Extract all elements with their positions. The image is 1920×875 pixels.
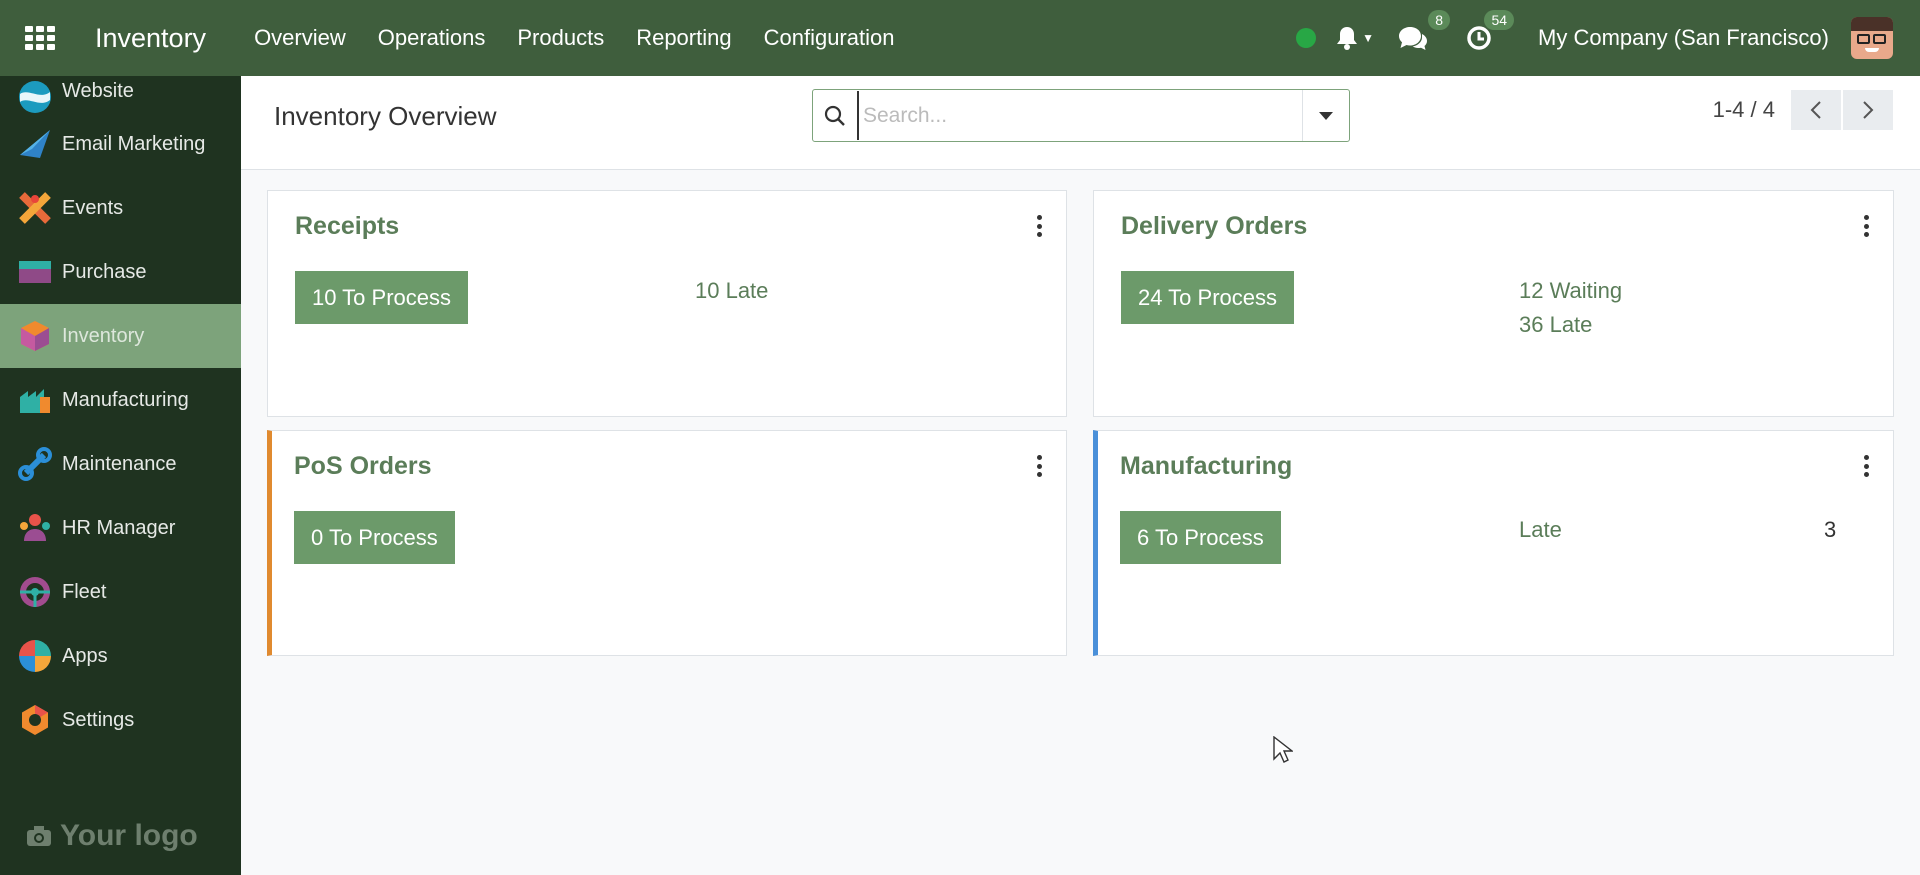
card-title[interactable]: Delivery Orders <box>1121 212 1307 241</box>
pager: 1-4 / 4 <box>1713 90 1893 130</box>
sidebar-item-label: Website <box>62 80 134 102</box>
sidebar-item-label: Settings <box>62 708 135 731</box>
maintenance-icon <box>18 447 52 481</box>
app-menu-grid-icon[interactable] <box>25 26 57 50</box>
events-icon <box>19 192 51 224</box>
settings-icon <box>22 705 48 735</box>
menu-overview[interactable]: Overview <box>238 25 362 51</box>
sidebar-item-label: Inventory <box>62 324 145 347</box>
apps-sidebar: Website Email Marketing Events Purchase … <box>0 76 241 875</box>
card-menu-icon[interactable] <box>1861 455 1871 477</box>
systray: ▼ 8 54 My Company (San Francisco) <box>1296 0 1920 76</box>
email-marketing-icon <box>20 130 50 158</box>
card-title[interactable]: PoS Orders <box>294 452 432 481</box>
search-input[interactable] <box>857 91 1302 140</box>
sidebar-item-email-marketing[interactable]: Email Marketing <box>0 112 241 176</box>
to-process-button[interactable]: 24 To Process <box>1121 271 1295 324</box>
sidebar-item-label: Apps <box>62 644 108 667</box>
to-process-button[interactable]: 0 To Process <box>294 511 455 564</box>
main-menu: Overview Operations Products Reporting C… <box>238 25 910 51</box>
messages-button[interactable]: 8 <box>1398 10 1451 51</box>
sidebar-item-label: Fleet <box>62 580 107 603</box>
app-title[interactable]: Inventory <box>95 23 206 54</box>
sidebar-item-manufacturing[interactable]: Manufacturing <box>0 368 241 432</box>
search-icon <box>813 90 857 141</box>
sidebar-item-apps[interactable]: Apps <box>0 624 241 688</box>
sidebar-item-label: Email Marketing <box>62 132 206 155</box>
receipts-card: Receipts 10 To Process 10 Late <box>267 190 1067 417</box>
pos-orders-card: PoS Orders 0 To Process <box>267 430 1067 656</box>
online-status-icon <box>1296 28 1317 48</box>
control-panel: Inventory Overview 1-4 / 4 <box>241 76 1920 170</box>
mouse-cursor-icon <box>1273 736 1293 763</box>
company-logo: Your logo <box>26 819 198 853</box>
caret-down-icon <box>1319 111 1333 120</box>
menu-configuration[interactable]: Configuration <box>748 25 911 51</box>
card-title[interactable]: Manufacturing <box>1120 452 1292 481</box>
sidebar-item-label: Events <box>62 196 124 219</box>
messages-badge: 8 <box>1428 10 1451 30</box>
card-menu-icon[interactable] <box>1861 215 1871 237</box>
purchase-icon <box>19 261 51 283</box>
to-process-button[interactable]: 10 To Process <box>295 271 469 324</box>
sidebar-item-events[interactable]: Events <box>0 176 241 240</box>
card-menu-icon[interactable] <box>1034 455 1044 477</box>
waiting-link[interactable]: 12 Waiting <box>1519 278 1622 304</box>
sidebar-item-maintenance[interactable]: Maintenance <box>0 432 241 496</box>
sidebar-item-inventory[interactable]: Inventory <box>0 304 241 368</box>
menu-reporting[interactable]: Reporting <box>620 25 747 51</box>
sidebar-item-website[interactable]: Website <box>0 76 241 113</box>
sidebar-item-label: Purchase <box>62 260 147 283</box>
pager-previous-button[interactable] <box>1791 90 1841 130</box>
search-bar <box>812 89 1350 142</box>
chevron-right-icon <box>1863 101 1874 119</box>
activities-button[interactable]: 54 <box>1466 10 1515 51</box>
top-navbar: Inventory Overview Operations Products R… <box>0 0 1920 76</box>
chevron-down-icon: ▼ <box>1362 31 1375 45</box>
card-title[interactable]: Receipts <box>295 212 399 241</box>
notifications-button[interactable]: ▼ <box>1336 26 1374 50</box>
page-title: Inventory Overview <box>274 101 497 131</box>
to-process-button[interactable]: 6 To Process <box>1120 511 1281 564</box>
late-link[interactable]: 36 Late <box>1519 312 1592 338</box>
apps-icon <box>19 640 51 672</box>
menu-products[interactable]: Products <box>501 25 620 51</box>
user-avatar[interactable] <box>1851 17 1893 59</box>
sidebar-item-settings[interactable]: Settings <box>0 688 241 752</box>
menu-operations[interactable]: Operations <box>362 25 502 51</box>
late-link[interactable]: 10 Late <box>695 278 768 304</box>
bell-icon <box>1337 27 1358 50</box>
delivery-orders-card: Delivery Orders 24 To Process 12 Waiting… <box>1093 190 1894 417</box>
hr-manager-icon <box>20 514 50 541</box>
clock-icon <box>1467 26 1491 50</box>
sidebar-item-label: HR Manager <box>62 516 176 539</box>
sidebar-item-label: Manufacturing <box>62 388 189 411</box>
sidebar-item-purchase[interactable]: Purchase <box>0 240 241 304</box>
pager-next-button[interactable] <box>1843 90 1893 130</box>
camera-icon <box>27 826 51 846</box>
card-menu-icon[interactable] <box>1034 215 1044 237</box>
website-icon <box>19 81 51 113</box>
chat-icon <box>1399 27 1428 50</box>
sidebar-item-hr-manager[interactable]: HR Manager <box>0 496 241 560</box>
manufacturing-icon <box>20 389 50 413</box>
late-count: 3 <box>1824 517 1837 542</box>
company-switcher[interactable]: My Company (San Francisco) <box>1538 25 1829 51</box>
fleet-icon <box>20 577 50 607</box>
sidebar-item-fleet[interactable]: Fleet <box>0 560 241 624</box>
sidebar-item-label: Maintenance <box>62 452 177 475</box>
pager-value[interactable]: 1-4 / 4 <box>1713 97 1775 123</box>
late-label[interactable]: Late <box>1519 517 1562 543</box>
inventory-icon <box>21 321 49 351</box>
search-options-toggle[interactable] <box>1302 90 1349 141</box>
logo-text: Your logo <box>60 819 198 852</box>
chevron-left-icon <box>1810 101 1821 119</box>
manufacturing-card: Manufacturing 6 To Process Late 3 <box>1093 430 1894 656</box>
activities-badge: 54 <box>1484 10 1515 30</box>
